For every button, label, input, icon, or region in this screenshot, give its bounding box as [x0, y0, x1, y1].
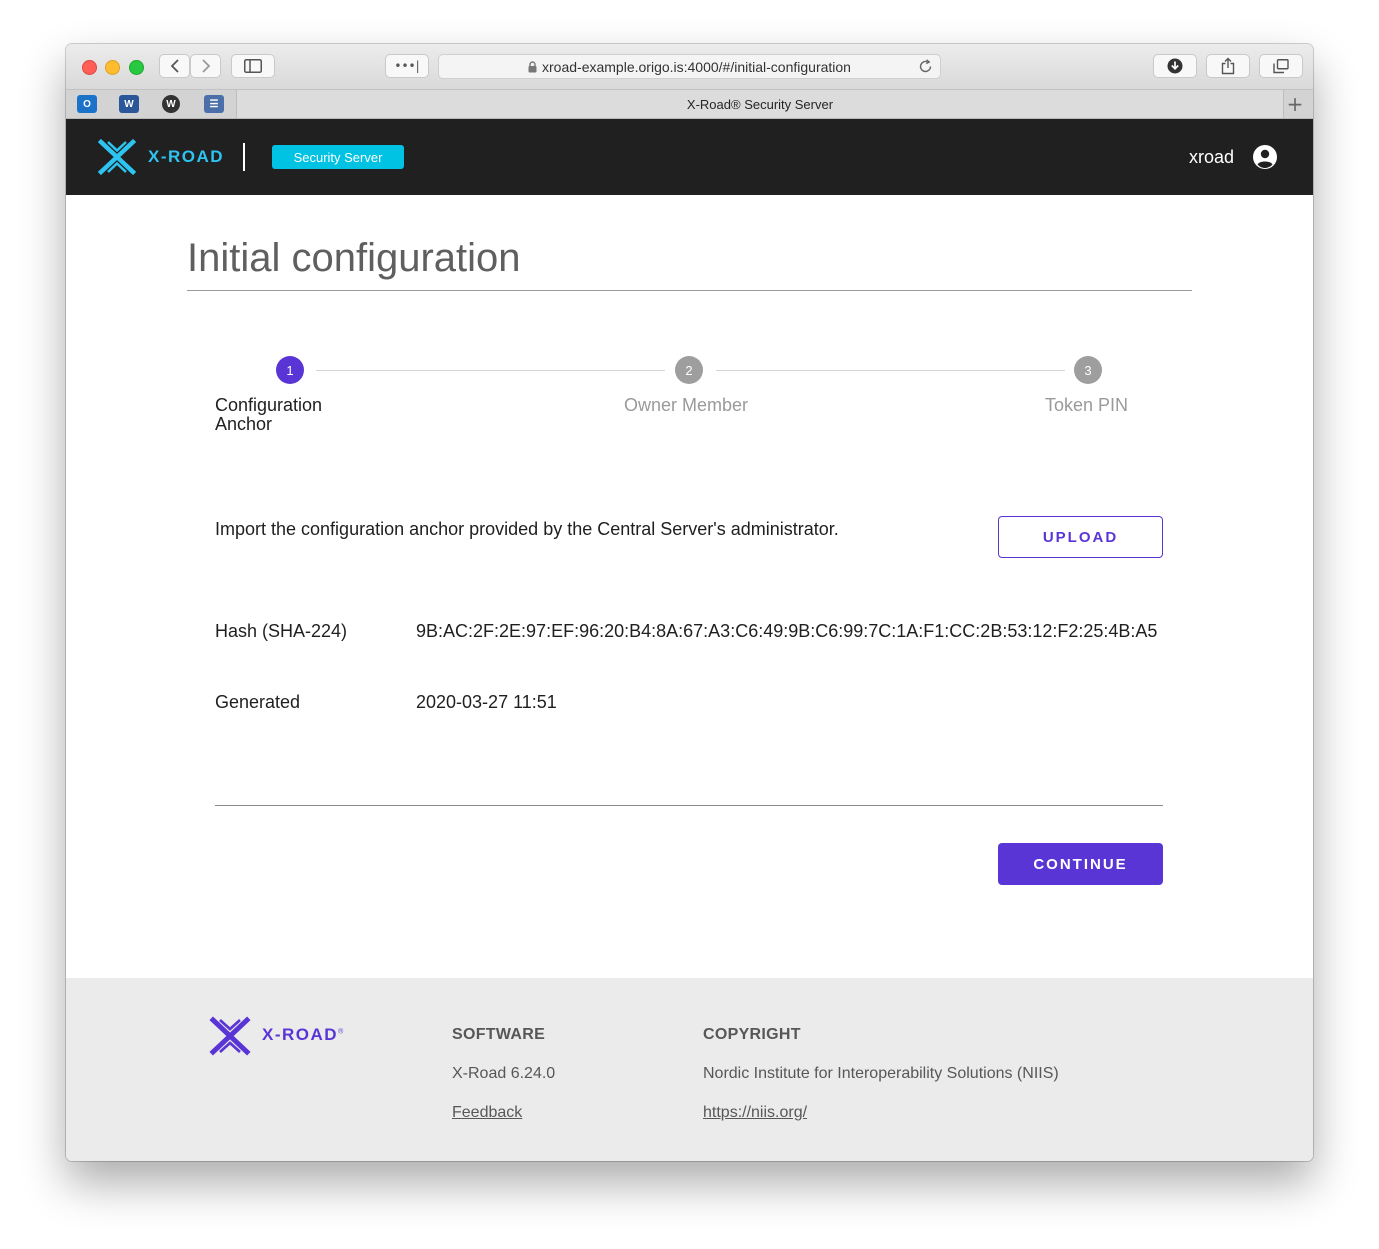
step-1-indicator: 1	[276, 356, 304, 384]
tabs-icon	[1273, 58, 1289, 73]
footer-xroad-logo-icon	[209, 1016, 251, 1056]
security-server-badge: Security Server	[272, 145, 404, 169]
tab-security-server[interactable]: X-Road® Security Server	[236, 90, 1284, 118]
close-window-button[interactable]	[82, 60, 97, 75]
zoom-window-button[interactable]	[129, 60, 144, 75]
footer-logo-text: X-ROAD®	[262, 1025, 345, 1045]
url-text: xroad-example.origo.is:4000/#/initial-co…	[542, 58, 851, 75]
share-icon	[1221, 57, 1235, 75]
lock-icon	[528, 60, 537, 72]
step-2-indicator: 2	[675, 356, 703, 384]
account-circle-icon[interactable]	[1252, 144, 1278, 170]
generated-value: 2020-03-27 11:51	[416, 692, 557, 712]
step-connector	[316, 370, 665, 371]
niis-link[interactable]: https://niis.org/	[703, 1104, 807, 1122]
content-separator	[215, 805, 1163, 806]
browser-toolbar: •••| xroad-example.origo.is:4000/#/initi…	[66, 44, 1313, 89]
hash-value: 9B:AC:2F:2E:97:EF:96:20:B4:8A:67:A3:C6:4…	[416, 621, 1158, 641]
header-divider	[243, 143, 245, 171]
tabs-overview-button[interactable]	[1259, 54, 1303, 78]
step-2-label: Owner Member	[624, 395, 749, 415]
sidebar-toggle-button[interactable]	[231, 54, 275, 78]
reload-icon[interactable]	[918, 59, 933, 74]
software-version: X-Road 6.24.0	[452, 1065, 556, 1082]
hash-label: Hash (SHA-224)	[215, 621, 348, 641]
xroad-logo-icon[interactable]	[97, 138, 137, 176]
footer-logo-mark: ®	[338, 1028, 345, 1036]
footer: X-ROAD® SOFTWARE X-Road 6.24.0 Feedback …	[66, 978, 1313, 1161]
feedback-link[interactable]: Feedback	[452, 1104, 522, 1122]
step-1-label: Configuration Anchor	[215, 396, 322, 434]
back-button[interactable]	[159, 54, 190, 78]
share-button[interactable]	[1206, 54, 1250, 78]
continue-button[interactable]: CONTINUE	[998, 843, 1163, 885]
page-title: Initial configuration	[187, 236, 521, 280]
footer-logo-name: X-ROAD	[262, 1025, 339, 1044]
chevron-right-icon	[201, 59, 210, 73]
tab-title: X-Road® Security Server	[686, 96, 834, 112]
chevron-left-icon	[170, 59, 179, 73]
step-3-label: Token PIN	[1045, 395, 1129, 415]
word-icon[interactable]: W	[119, 95, 139, 113]
minimize-window-button[interactable]	[105, 60, 120, 75]
copyright-heading: COPYRIGHT	[703, 1026, 801, 1043]
downloads-button[interactable]	[1153, 54, 1197, 78]
header-logo-text: X-ROAD	[148, 147, 225, 166]
anchor-intro-text: Import the configuration anchor provided…	[215, 519, 839, 539]
download-icon	[1167, 58, 1183, 74]
software-heading: SOFTWARE	[452, 1026, 546, 1043]
w-app-icon[interactable]: W	[162, 95, 180, 113]
username[interactable]: xroad	[1189, 147, 1234, 168]
step-1-label-line2: Anchor	[215, 414, 273, 434]
tasks-icon[interactable]: ☰	[204, 95, 224, 113]
address-bar[interactable]: xroad-example.origo.is:4000/#/initial-co…	[438, 54, 941, 79]
step-3-indicator: 3	[1074, 356, 1102, 384]
title-underline	[187, 290, 1192, 291]
browser-window: •••| xroad-example.origo.is:4000/#/initi…	[66, 44, 1313, 1161]
sidebar-icon	[244, 59, 262, 73]
copyright-org: Nordic Institute for Interoperability So…	[703, 1065, 1059, 1082]
more-button[interactable]: •••|	[385, 54, 429, 78]
outlook-icon[interactable]: O	[77, 95, 97, 113]
tab-bar: O W W ☰ X-Road® Security Server +	[66, 89, 1313, 119]
step-1-label-line1: Configuration	[215, 395, 323, 415]
generated-label: Generated	[215, 692, 301, 712]
app-header: X-ROAD Security Server xroad	[66, 119, 1313, 195]
step-connector	[716, 370, 1065, 371]
upload-button[interactable]: UPLOAD	[998, 516, 1163, 558]
new-tab-button[interactable]: +	[1283, 92, 1307, 116]
forward-button[interactable]	[190, 54, 221, 78]
